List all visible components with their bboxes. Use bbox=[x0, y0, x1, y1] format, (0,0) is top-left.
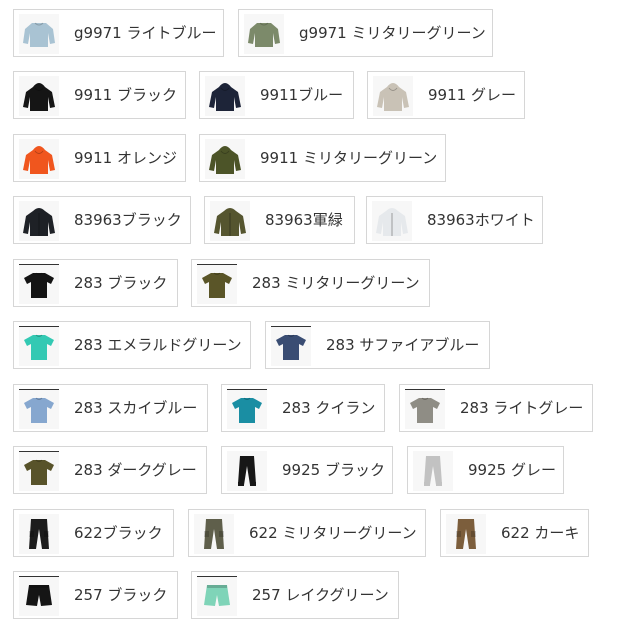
hoodie-icon bbox=[373, 76, 413, 116]
variant-option-label: 283 クイラン bbox=[282, 399, 376, 417]
variant-option-label: 257 ブラック bbox=[74, 586, 168, 604]
jacket-icon bbox=[210, 201, 250, 241]
variant-option-label: 283 ブラック bbox=[74, 274, 168, 292]
variant-option-button[interactable]: 283 ミリタリーグリーン bbox=[191, 259, 430, 307]
option-row: 257 ブラック 257 レイクグリーン bbox=[0, 571, 617, 621]
cargo-pants-icon bbox=[194, 514, 234, 554]
variant-option-button[interactable]: 9911 オレンジ bbox=[13, 134, 186, 182]
variant-option-button[interactable]: 283 クイラン bbox=[221, 384, 385, 432]
variant-option-button[interactable]: 83963ブラック bbox=[13, 196, 191, 244]
tshirt-icon bbox=[405, 389, 445, 429]
variant-option-button[interactable]: 283 ブラック bbox=[13, 259, 178, 307]
hoodie-icon bbox=[19, 139, 59, 179]
variant-option-button[interactable]: 9911ブルー bbox=[199, 71, 354, 119]
variant-option-label: 283 ライトグレー bbox=[460, 399, 584, 417]
variant-option-label: 622 ミリタリーグリーン bbox=[249, 524, 417, 542]
option-row: 283 エメラルドグリーン 283 サファイアブルー bbox=[0, 321, 617, 371]
variant-option-button[interactable]: 283 ライトグレー bbox=[399, 384, 593, 432]
option-row: 283 ブラック 283 ミリタリーグリーン bbox=[0, 259, 617, 309]
option-row: 283 ダークグレー 9925 ブラック 9925 グレー bbox=[0, 446, 617, 496]
sweatshirt-icon bbox=[244, 14, 284, 54]
hoodie-icon bbox=[205, 139, 245, 179]
variant-option-label: 283 サファイアブルー bbox=[326, 336, 480, 354]
variant-option-label: g9971 ライトブルー bbox=[74, 24, 217, 42]
variant-option-button[interactable]: g9971 ライトブルー bbox=[13, 9, 224, 57]
sweatshirt-icon bbox=[19, 14, 59, 54]
variant-option-label: 9925 グレー bbox=[468, 461, 556, 479]
variant-option-label: 83963ホワイト bbox=[427, 211, 535, 229]
variant-option-button[interactable]: 283 スカイブルー bbox=[13, 384, 208, 432]
jacket-icon bbox=[372, 201, 412, 241]
variant-option-button[interactable]: 9911 グレー bbox=[367, 71, 525, 119]
variant-option-button[interactable]: 622 カーキ bbox=[440, 509, 589, 557]
tshirt-icon bbox=[19, 451, 59, 491]
tshirt-icon bbox=[271, 326, 311, 366]
variant-option-label: g9971 ミリタリーグリーン bbox=[299, 24, 486, 42]
option-row: 9911 ブラック 9911ブルー 9911 グレー bbox=[0, 71, 617, 121]
variant-option-button[interactable]: 9911 ブラック bbox=[13, 71, 186, 119]
option-row: 9911 オレンジ 9911 ミリタリーグリーン bbox=[0, 134, 617, 184]
variant-option-label: 622ブラック bbox=[74, 524, 163, 542]
variant-option-label: 9911 オレンジ bbox=[74, 149, 177, 167]
tshirt-icon bbox=[197, 264, 237, 304]
tshirt-icon bbox=[19, 389, 59, 429]
hoodie-icon bbox=[205, 76, 245, 116]
option-row: 283 スカイブルー 283 クイラン 283 ライトグレー bbox=[0, 384, 617, 434]
variant-option-label: 283 エメラルドグリーン bbox=[74, 336, 242, 354]
variant-option-label: 9911 ミリタリーグリーン bbox=[260, 149, 438, 167]
variant-option-label: 9911 ブラック bbox=[74, 86, 177, 104]
variant-option-label: 9911ブルー bbox=[260, 86, 344, 104]
option-row: g9971 ライトブルー g9971 ミリタリーグリーン bbox=[0, 9, 617, 59]
variant-option-button[interactable]: 283 ダークグレー bbox=[13, 446, 207, 494]
joggers-icon bbox=[413, 451, 453, 491]
cargo-pants-icon bbox=[19, 514, 59, 554]
variant-option-label: 283 ミリタリーグリーン bbox=[252, 274, 420, 292]
variant-option-label: 283 ダークグレー bbox=[74, 461, 197, 479]
variant-option-button[interactable]: 257 ブラック bbox=[13, 571, 178, 619]
variant-option-button[interactable]: 283 サファイアブルー bbox=[265, 321, 490, 369]
option-row: 83963ブラック 83963軍緑 83963ホワイト bbox=[0, 196, 617, 246]
variant-option-button[interactable]: 83963軍緑 bbox=[204, 196, 355, 244]
cargo-pants-icon bbox=[446, 514, 486, 554]
variant-option-button[interactable]: 622 ミリタリーグリーン bbox=[188, 509, 426, 557]
variant-option-button[interactable]: 9925 ブラック bbox=[221, 446, 393, 494]
variant-option-label: 83963軍緑 bbox=[265, 211, 343, 229]
hoodie-icon bbox=[19, 76, 59, 116]
variant-option-button[interactable]: 622ブラック bbox=[13, 509, 174, 557]
tshirt-icon bbox=[227, 389, 267, 429]
variant-option-label: 9925 ブラック bbox=[282, 461, 385, 479]
jacket-icon bbox=[19, 201, 59, 241]
variant-option-label: 622 カーキ bbox=[501, 524, 580, 542]
shorts-icon bbox=[197, 576, 237, 616]
variant-option-label: 9911 グレー bbox=[428, 86, 516, 104]
variant-option-button[interactable]: 283 エメラルドグリーン bbox=[13, 321, 251, 369]
variant-option-label: 83963ブラック bbox=[74, 211, 182, 229]
variant-option-label: 283 スカイブルー bbox=[74, 399, 198, 417]
variant-option-label: 257 レイクグリーン bbox=[252, 586, 389, 604]
tshirt-icon bbox=[19, 264, 59, 304]
tshirt-icon bbox=[19, 326, 59, 366]
option-row: 622ブラック 622 ミリタリーグリーン 622 カーキ bbox=[0, 509, 617, 559]
variant-option-button[interactable]: 257 レイクグリーン bbox=[191, 571, 399, 619]
variant-option-button[interactable]: 83963ホワイト bbox=[366, 196, 543, 244]
variant-option-button[interactable]: 9911 ミリタリーグリーン bbox=[199, 134, 446, 182]
variant-option-button[interactable]: g9971 ミリタリーグリーン bbox=[238, 9, 493, 57]
shorts-icon bbox=[19, 576, 59, 616]
joggers-icon bbox=[227, 451, 267, 491]
variant-option-button[interactable]: 9925 グレー bbox=[407, 446, 564, 494]
